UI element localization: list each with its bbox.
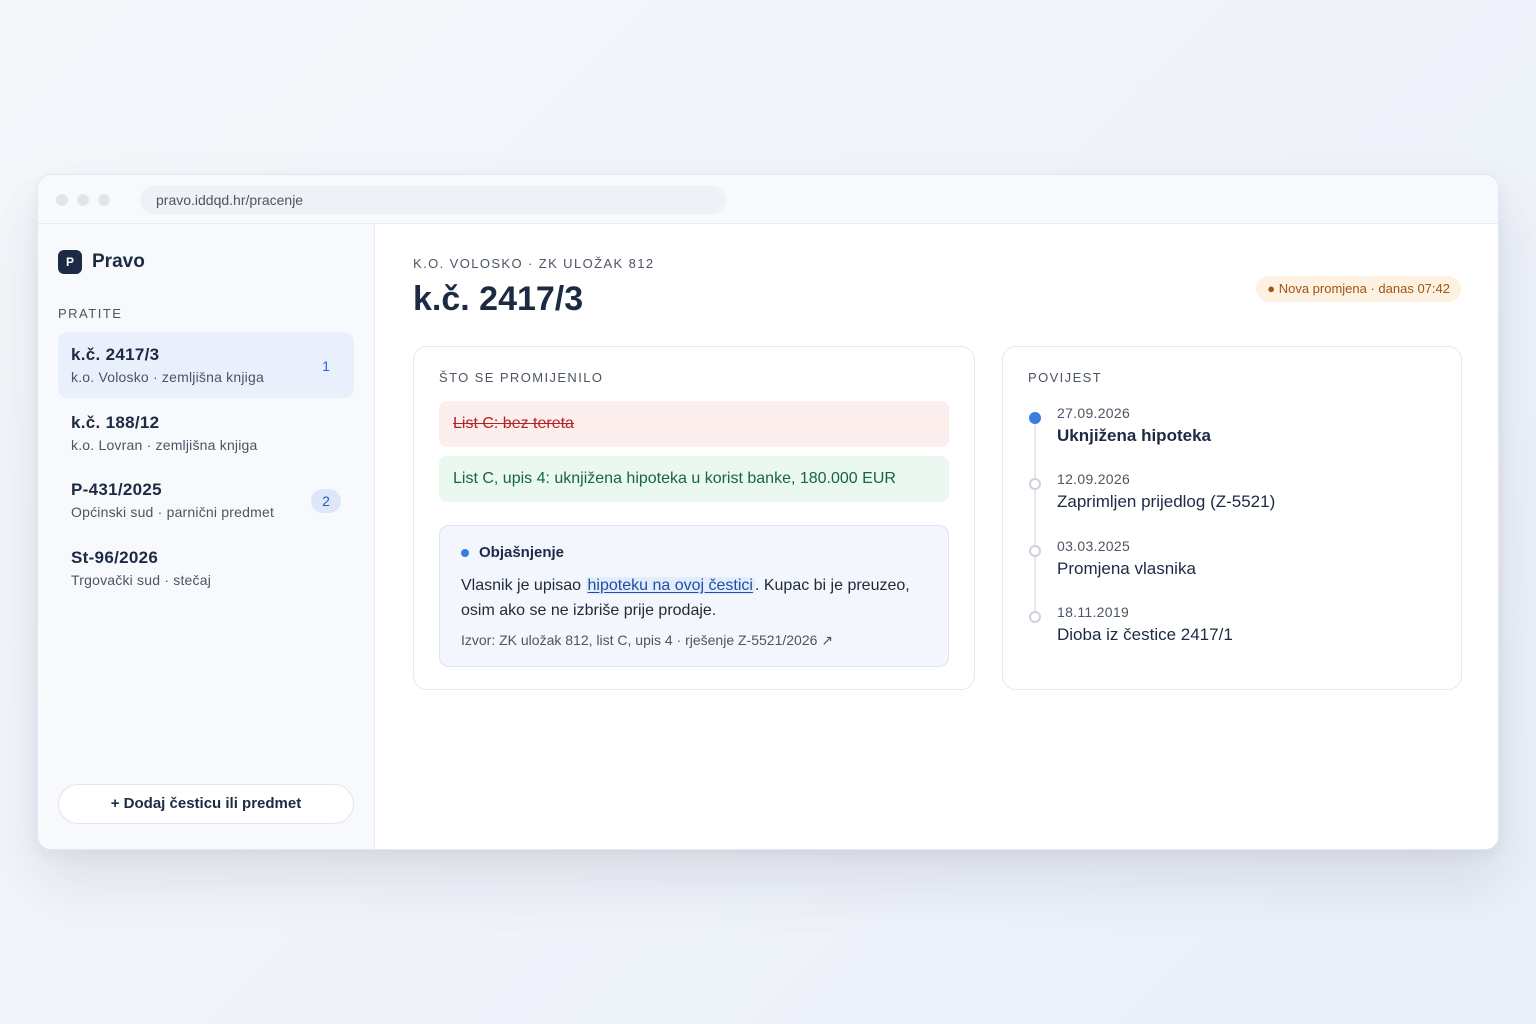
history-card: POVIJEST 27.09.2026 Uknjižena hipoteka 1… <box>1002 346 1462 690</box>
tracked-section-label: PRATITE <box>58 306 123 321</box>
unread-count-badge: 1 <box>322 358 330 374</box>
timeline-item[interactable]: 12.09.2026 Zaprimljen prijedlog (Z-5521) <box>1003 467 1461 517</box>
explanation-text-before: Vlasnik je upisao <box>461 577 586 594</box>
history-card-label: POVIJEST <box>1028 370 1103 385</box>
changes-card-label: ŠTO SE PROMIJENILO <box>439 370 604 385</box>
timeline-date: 27.09.2026 <box>1057 405 1131 421</box>
timeline-item[interactable]: 03.03.2025 Promjena vlasnika <box>1003 534 1461 584</box>
sidebar-item-title: k.č. 188/12 <box>71 413 160 432</box>
new-change-badge: ● Nova promjena · danas 07:42 <box>1256 276 1461 302</box>
explanation-title: Objašnjenje <box>479 544 565 561</box>
mortgage-term-link[interactable]: hipoteku na ovoj čestici <box>585 577 755 594</box>
window-minimize-dot[interactable] <box>77 194 89 206</box>
timeline-dot-icon <box>1029 611 1041 623</box>
browser-window: pravo.iddqd.hr/pracenje P Pravo PRATITE … <box>37 174 1499 850</box>
timeline-date: 18.11.2019 <box>1057 604 1130 620</box>
sidebar-item-title: St-96/2026 <box>71 548 159 567</box>
sidebar-item-subtitle: Općinski sud · parnični predmet <box>71 504 275 520</box>
breadcrumb: K.O. VOLOSKO · ZK ULOŽAK 812 <box>413 256 655 271</box>
timeline-current-dot-icon <box>1029 412 1041 424</box>
timeline-dot-icon <box>1029 545 1041 557</box>
add-parcel-button[interactable]: + Dodaj česticu ili predmet <box>58 784 354 824</box>
sidebar-item-kc-2417-3[interactable]: k.č. 2417/3 k.o. Volosko · zemljišna knj… <box>58 332 354 398</box>
sidebar-item-st-96-2026[interactable]: St-96/2026 Trgovački sud · stečaj <box>58 535 354 601</box>
timeline-event: Dioba iz čestice 2417/1 <box>1057 625 1233 644</box>
sidebar: P Pravo PRATITE k.č. 2417/3 k.o. Volosko… <box>38 224 375 849</box>
app-logo-icon: P <box>58 250 82 274</box>
timeline-event: Zaprimljen prijedlog (Z-5521) <box>1057 492 1276 511</box>
unread-count-badge: 2 <box>311 489 341 513</box>
timeline-event: Uknjižena hipoteka <box>1057 426 1211 445</box>
window-close-dot[interactable] <box>56 194 68 206</box>
address-bar[interactable]: pravo.iddqd.hr/pracenje <box>140 186 726 214</box>
timeline-item[interactable]: 18.11.2019 Dioba iz čestice 2417/1 <box>1003 600 1461 650</box>
timeline-date: 12.09.2026 <box>1057 471 1131 487</box>
timeline-event: Promjena vlasnika <box>1057 559 1196 578</box>
sidebar-item-subtitle: k.o. Lovran · zemljišna knjiga <box>71 437 258 453</box>
removed-entry: List C: bez tereta <box>439 401 949 447</box>
sidebar-item-title: P-431/2025 <box>71 480 162 499</box>
timeline-item[interactable]: 27.09.2026 Uknjižena hipoteka <box>1003 401 1461 451</box>
page-title: k.č. 2417/3 <box>413 280 584 318</box>
app-name: Pravo <box>92 251 145 272</box>
timeline-dot-icon <box>1029 478 1041 490</box>
timeline-date: 03.03.2025 <box>1057 538 1131 554</box>
explanation-box: Objašnjenje Vlasnik je upisao hipoteku n… <box>439 525 949 667</box>
sidebar-item-subtitle: k.o. Volosko · zemljišna knjiga <box>71 369 264 385</box>
source-link[interactable]: Izvor: ZK uložak 812, list C, upis 4 · r… <box>461 632 833 649</box>
main-content: K.O. VOLOSKO · ZK ULOŽAK 812 k.č. 2417/3… <box>376 224 1498 849</box>
sidebar-item-subtitle: Trgovački sud · stečaj <box>71 572 212 588</box>
window-maximize-dot[interactable] <box>98 194 110 206</box>
sidebar-item-title: k.č. 2417/3 <box>71 345 160 364</box>
added-entry: List C, upis 4: uknjižena hipoteka u kor… <box>439 456 949 502</box>
explanation-text: Vlasnik je upisao hipoteku na ovoj česti… <box>461 573 936 623</box>
info-dot-icon <box>461 549 469 557</box>
changes-card: ŠTO SE PROMIJENILO List C: bez tereta Li… <box>413 346 975 690</box>
sidebar-item-kc-188-12[interactable]: k.č. 188/12 k.o. Lovran · zemljišna knji… <box>58 400 354 466</box>
sidebar-item-p-431-2025[interactable]: P-431/2025 Općinski sud · parnični predm… <box>58 467 354 533</box>
browser-titlebar: pravo.iddqd.hr/pracenje <box>38 175 1498 224</box>
